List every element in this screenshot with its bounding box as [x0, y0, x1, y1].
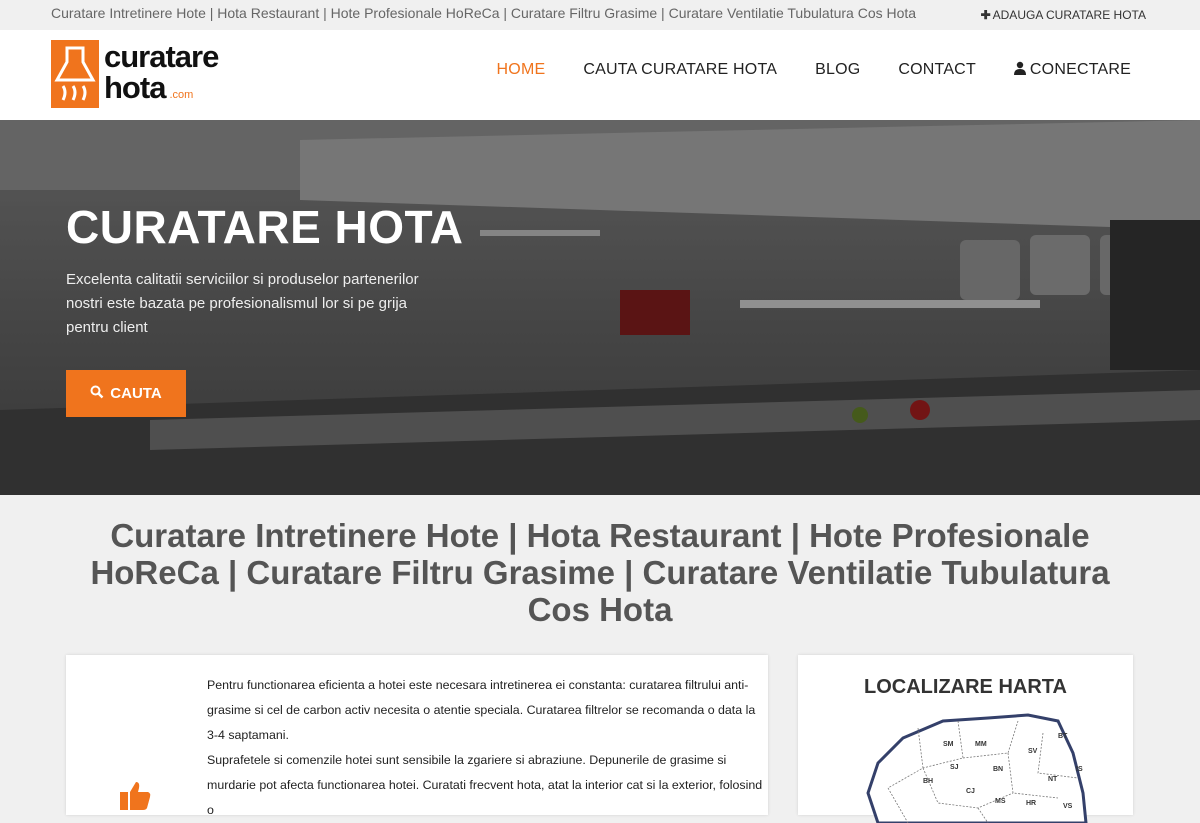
search-icon: [90, 385, 104, 403]
hero-search-label: CAUTA: [110, 385, 162, 402]
nav-login-label: CONECTARE: [1029, 61, 1131, 78]
county-label: SV: [1028, 748, 1038, 755]
map-card: LOCALIZARE HARTA BT SM MM SV BH SJ BN NT…: [798, 655, 1133, 823]
main-nav: HOME CAUTA CURATARE HOTA BLOG CONTACT CO…: [497, 61, 1131, 80]
logo-line-1: curatare: [104, 39, 219, 74]
article-paragraph-2: Suprafetele si comenzile hotei sunt sens…: [207, 753, 763, 817]
article-paragraph-1: Pentru functionarea eficienta a hotei es…: [207, 678, 756, 742]
plus-icon: ✚: [980, 8, 991, 22]
logo-wordmark: curatare hota .com: [104, 41, 219, 111]
top-bar: Curatare Intretinere Hote | Hota Restaur…: [0, 0, 1200, 30]
county-label: NT: [1048, 776, 1058, 783]
article-card: Pentru functionarea eficienta a hotei es…: [66, 655, 768, 817]
county-label: MM: [975, 741, 987, 748]
hood-logo-icon: [51, 40, 99, 108]
add-listing-link[interactable]: ✚ ADAUGA CURATARE HOTA: [981, 8, 1146, 22]
county-label: BH: [923, 778, 933, 785]
county-label: VS: [1063, 803, 1073, 810]
county-label: HR: [1026, 800, 1036, 807]
page-headline: Curatare Intretinere Hote | Hota Restaur…: [90, 517, 1110, 628]
add-listing-label: ADAUGA CURATARE HOTA: [992, 8, 1146, 22]
county-label: CJ: [966, 788, 975, 795]
logo-line-2: hota: [104, 70, 166, 105]
nav-blog[interactable]: BLOG: [815, 61, 860, 80]
county-label: SJ: [950, 764, 959, 771]
thumbs-up-icon: [118, 780, 152, 815]
article-text: Pentru functionarea eficienta a hotei es…: [207, 673, 767, 823]
county-label: IS: [1076, 766, 1083, 773]
hero-title: CURATARE HOTA: [66, 201, 464, 253]
county-label: BT: [1058, 733, 1068, 740]
nav-search-hood[interactable]: CAUTA CURATARE HOTA: [583, 61, 777, 80]
site-logo[interactable]: curatare hota .com: [51, 40, 219, 111]
site-header: curatare hota .com HOME CAUTA CURATARE HO…: [0, 30, 1200, 120]
hero-description: Excelenta calitatii serviciilor si produ…: [66, 271, 419, 336]
county-label: SM: [943, 741, 954, 748]
map-title: LOCALIZARE HARTA: [864, 676, 1067, 698]
county-label: BN: [993, 766, 1003, 773]
site-tagline: Curatare Intretinere Hote | Hota Restaur…: [51, 5, 917, 21]
nav-login[interactable]: CONECTARE: [1013, 61, 1131, 80]
nav-home[interactable]: HOME: [497, 61, 546, 80]
hero-search-button[interactable]: CAUTA: [66, 370, 186, 417]
nav-contact[interactable]: CONTACT: [898, 61, 976, 80]
logo-suffix: .com: [169, 89, 194, 101]
romania-map[interactable]: BT SM MM SV BH SJ BN NT IS CJ MS HR VS: [848, 713, 1088, 823]
user-icon: [1013, 61, 1026, 80]
county-label: MS: [995, 798, 1006, 805]
hero-banner: CURATARE HOTA Excelenta calitatii servic…: [0, 120, 1200, 495]
